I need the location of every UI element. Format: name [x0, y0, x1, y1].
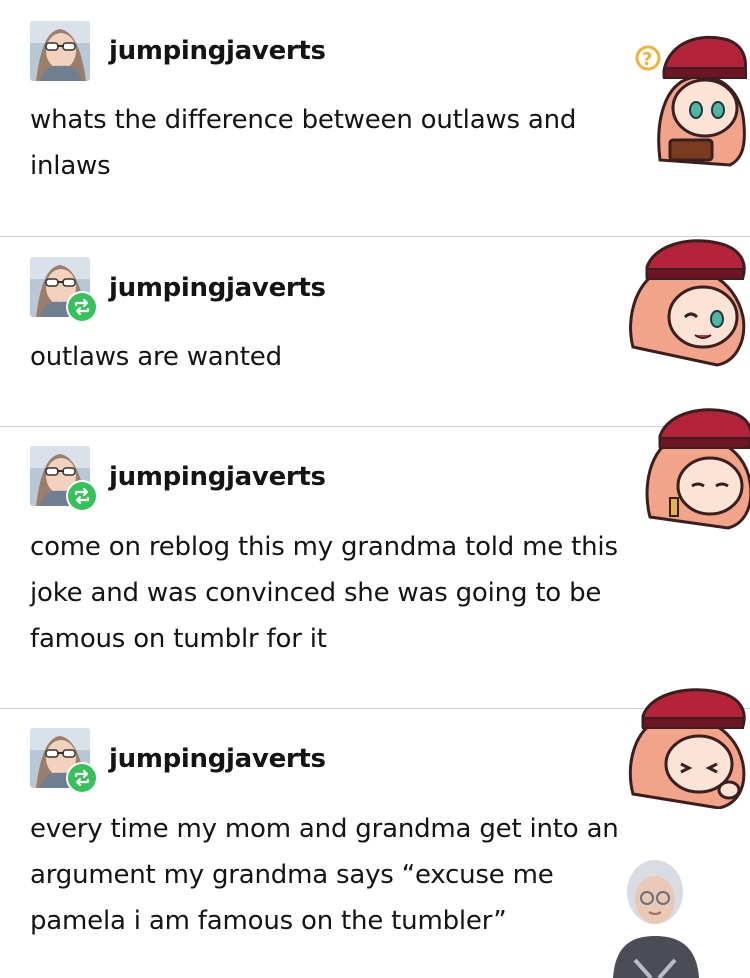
reblog-badge — [66, 291, 98, 323]
post-text: come on reblog this my grandma told me t… — [30, 532, 618, 654]
reblog-arrows-icon — [74, 769, 90, 787]
user-avatar-icon — [30, 21, 90, 81]
chibi-sticker-thinking: ? — [635, 35, 747, 167]
username[interactable]: jumpingjaverts — [109, 744, 326, 774]
username[interactable]: jumpingjaverts — [109, 36, 326, 66]
reblog-badge — [66, 762, 98, 794]
post-4: jumpingjaverts every time my mom and gra… — [0, 688, 750, 978]
post-1: jumpingjaverts whats the difference betw… — [0, 0, 750, 236]
username[interactable]: jumpingjaverts — [109, 273, 326, 303]
post-text: every time my mom and grandma get into a… — [30, 814, 619, 936]
reblog-badge — [66, 480, 98, 512]
post-text: outlaws are wanted — [30, 342, 282, 372]
reblog-arrows-icon — [74, 298, 90, 316]
reblog-arrows-icon — [74, 487, 90, 505]
username[interactable]: jumpingjaverts — [109, 462, 326, 492]
chibi-sticker-pointing — [628, 688, 746, 809]
chibi-sticker-sleepy — [645, 408, 750, 530]
elderly-woman-image — [613, 860, 699, 978]
post-3: jumpingjaverts come on reblog this my gr… — [0, 408, 750, 708]
post-2: jumpingjaverts outlaws are wanted — [0, 237, 750, 426]
question-mark-icon: ? — [642, 49, 652, 70]
chibi-sticker-wink — [629, 239, 746, 367]
post-text: whats the difference between outlaws and… — [30, 105, 577, 181]
avatar[interactable] — [30, 21, 90, 81]
